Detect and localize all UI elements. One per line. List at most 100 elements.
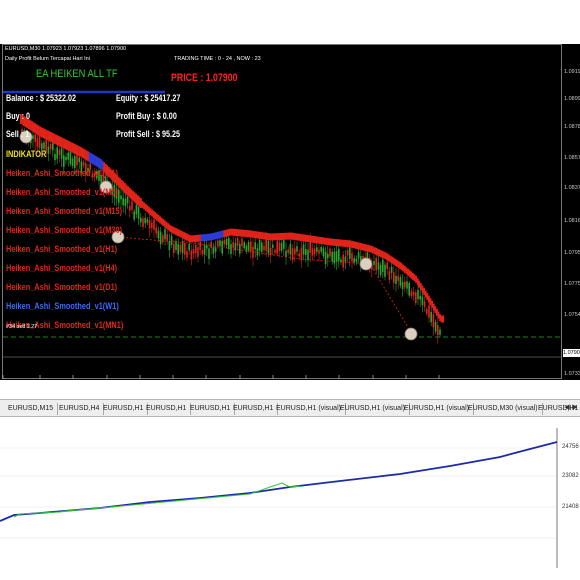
candle-body (338, 248, 340, 261)
ha-bar (79, 146, 81, 157)
candle-body (316, 247, 318, 252)
candle-body (199, 242, 201, 250)
candle-body (144, 217, 146, 224)
ha-bar (428, 295, 430, 303)
ha-bar (274, 233, 277, 241)
ha-bar (359, 242, 361, 250)
chart-tab[interactable]: EURUSD,H1 (visual) (336, 403, 410, 415)
candle-body (166, 234, 168, 241)
indicator-label: Heiken_Ashi_Smoothed_v1(M15) (6, 206, 123, 216)
chart-tab[interactable]: EURUSD,M30 (visual) (464, 403, 543, 415)
candle-body (214, 247, 217, 252)
candle-body (349, 247, 351, 259)
candle-body (148, 219, 151, 229)
candle-body (423, 301, 426, 307)
arrow-right-icon[interactable]: ▶ (571, 402, 579, 414)
candle-body (153, 219, 155, 230)
candle-body (426, 309, 428, 314)
ha-bar (124, 183, 126, 193)
ha-bar (260, 232, 262, 239)
candle-body (258, 239, 261, 251)
ha-bar (236, 229, 238, 237)
chart-tab[interactable]: EURUSD,H1 (142, 403, 192, 415)
candle-body (353, 258, 355, 263)
candle-body (192, 248, 195, 254)
candle-body (47, 146, 50, 154)
chart-tab[interactable]: EURUSD,H4 (55, 403, 105, 415)
candle-body (173, 243, 175, 254)
ha-bar (226, 229, 229, 237)
arrow-left-icon[interactable]: ◀ (563, 402, 571, 414)
ha-bar (437, 311, 440, 319)
candle-body (256, 248, 259, 256)
ha-bar (392, 257, 395, 265)
candle-body (247, 242, 250, 251)
ha-bar (55, 134, 57, 145)
ha-bar (263, 232, 265, 240)
ha-bar (120, 179, 123, 190)
ha-bar (252, 230, 254, 238)
buy-count: Buy : 0 (6, 111, 31, 121)
y-axis-tick-label: 1.07540 (564, 312, 580, 318)
ha-bar (138, 196, 141, 207)
ha-bar (199, 234, 201, 242)
ha-bar (290, 232, 293, 240)
ha-bar (229, 228, 232, 236)
candle-body (318, 249, 320, 254)
ha-bar (196, 234, 198, 242)
ha-bar (423, 288, 425, 296)
ha-bar (242, 229, 245, 237)
candle-body (219, 240, 221, 246)
ha-bar (354, 241, 357, 249)
ha-bar (439, 314, 441, 322)
ha-bar (386, 253, 389, 261)
ha-bar (324, 237, 326, 245)
chart-tab[interactable]: EURUSD,M15 (4, 403, 59, 415)
candle-body (179, 244, 182, 252)
ha-bar (405, 267, 408, 275)
chart-tab[interactable]: EURUSD,H1 (visual) (400, 403, 474, 415)
ha-bar (53, 133, 56, 144)
candle-body (287, 249, 289, 253)
ha-bar (367, 244, 369, 252)
candle-body (217, 240, 219, 246)
ha-bar (276, 233, 278, 241)
ha-bar (416, 278, 419, 286)
ha-bar (368, 245, 371, 253)
ha-bar (90, 153, 93, 164)
ha-bar (149, 208, 152, 216)
candle-body (159, 231, 162, 245)
ha-bar (82, 148, 85, 159)
candle-body (146, 219, 149, 223)
candle-body (157, 230, 160, 239)
candle-body (201, 249, 204, 254)
ha-bar (312, 235, 315, 243)
ha-bar (93, 155, 96, 166)
ha-bar (224, 229, 227, 237)
ha-bar (128, 187, 131, 198)
candle-body (236, 237, 239, 246)
candle-body (305, 249, 307, 255)
indicator-label: Heiken_Ashi_Smoothed_v1(M30) (6, 225, 123, 235)
chart-tab[interactable]: EURUSD,H1 (visual) (272, 403, 346, 415)
ha-bar (303, 234, 305, 242)
ha-bar (135, 193, 137, 204)
candle-body (390, 266, 393, 273)
ha-bar (388, 254, 390, 262)
candle-body (393, 272, 395, 283)
ha-bar (37, 125, 40, 136)
ha-bar (239, 229, 241, 237)
equity-graph-svg (0, 428, 558, 568)
ha-bar (71, 142, 73, 153)
x-axis-tick-label: 14 Feb 22:00 (237, 383, 271, 389)
y-axis-tick-label: 1.08160 (564, 218, 580, 224)
ha-bar (231, 228, 233, 236)
candle-body (417, 289, 419, 300)
candle-body (307, 249, 309, 261)
equity-y-tick: 21408 (562, 504, 579, 510)
ha-bar (325, 237, 328, 245)
ha-bar (191, 235, 193, 243)
candle-body (140, 217, 142, 223)
ha-bar (376, 248, 379, 256)
ha-bar (253, 231, 256, 239)
